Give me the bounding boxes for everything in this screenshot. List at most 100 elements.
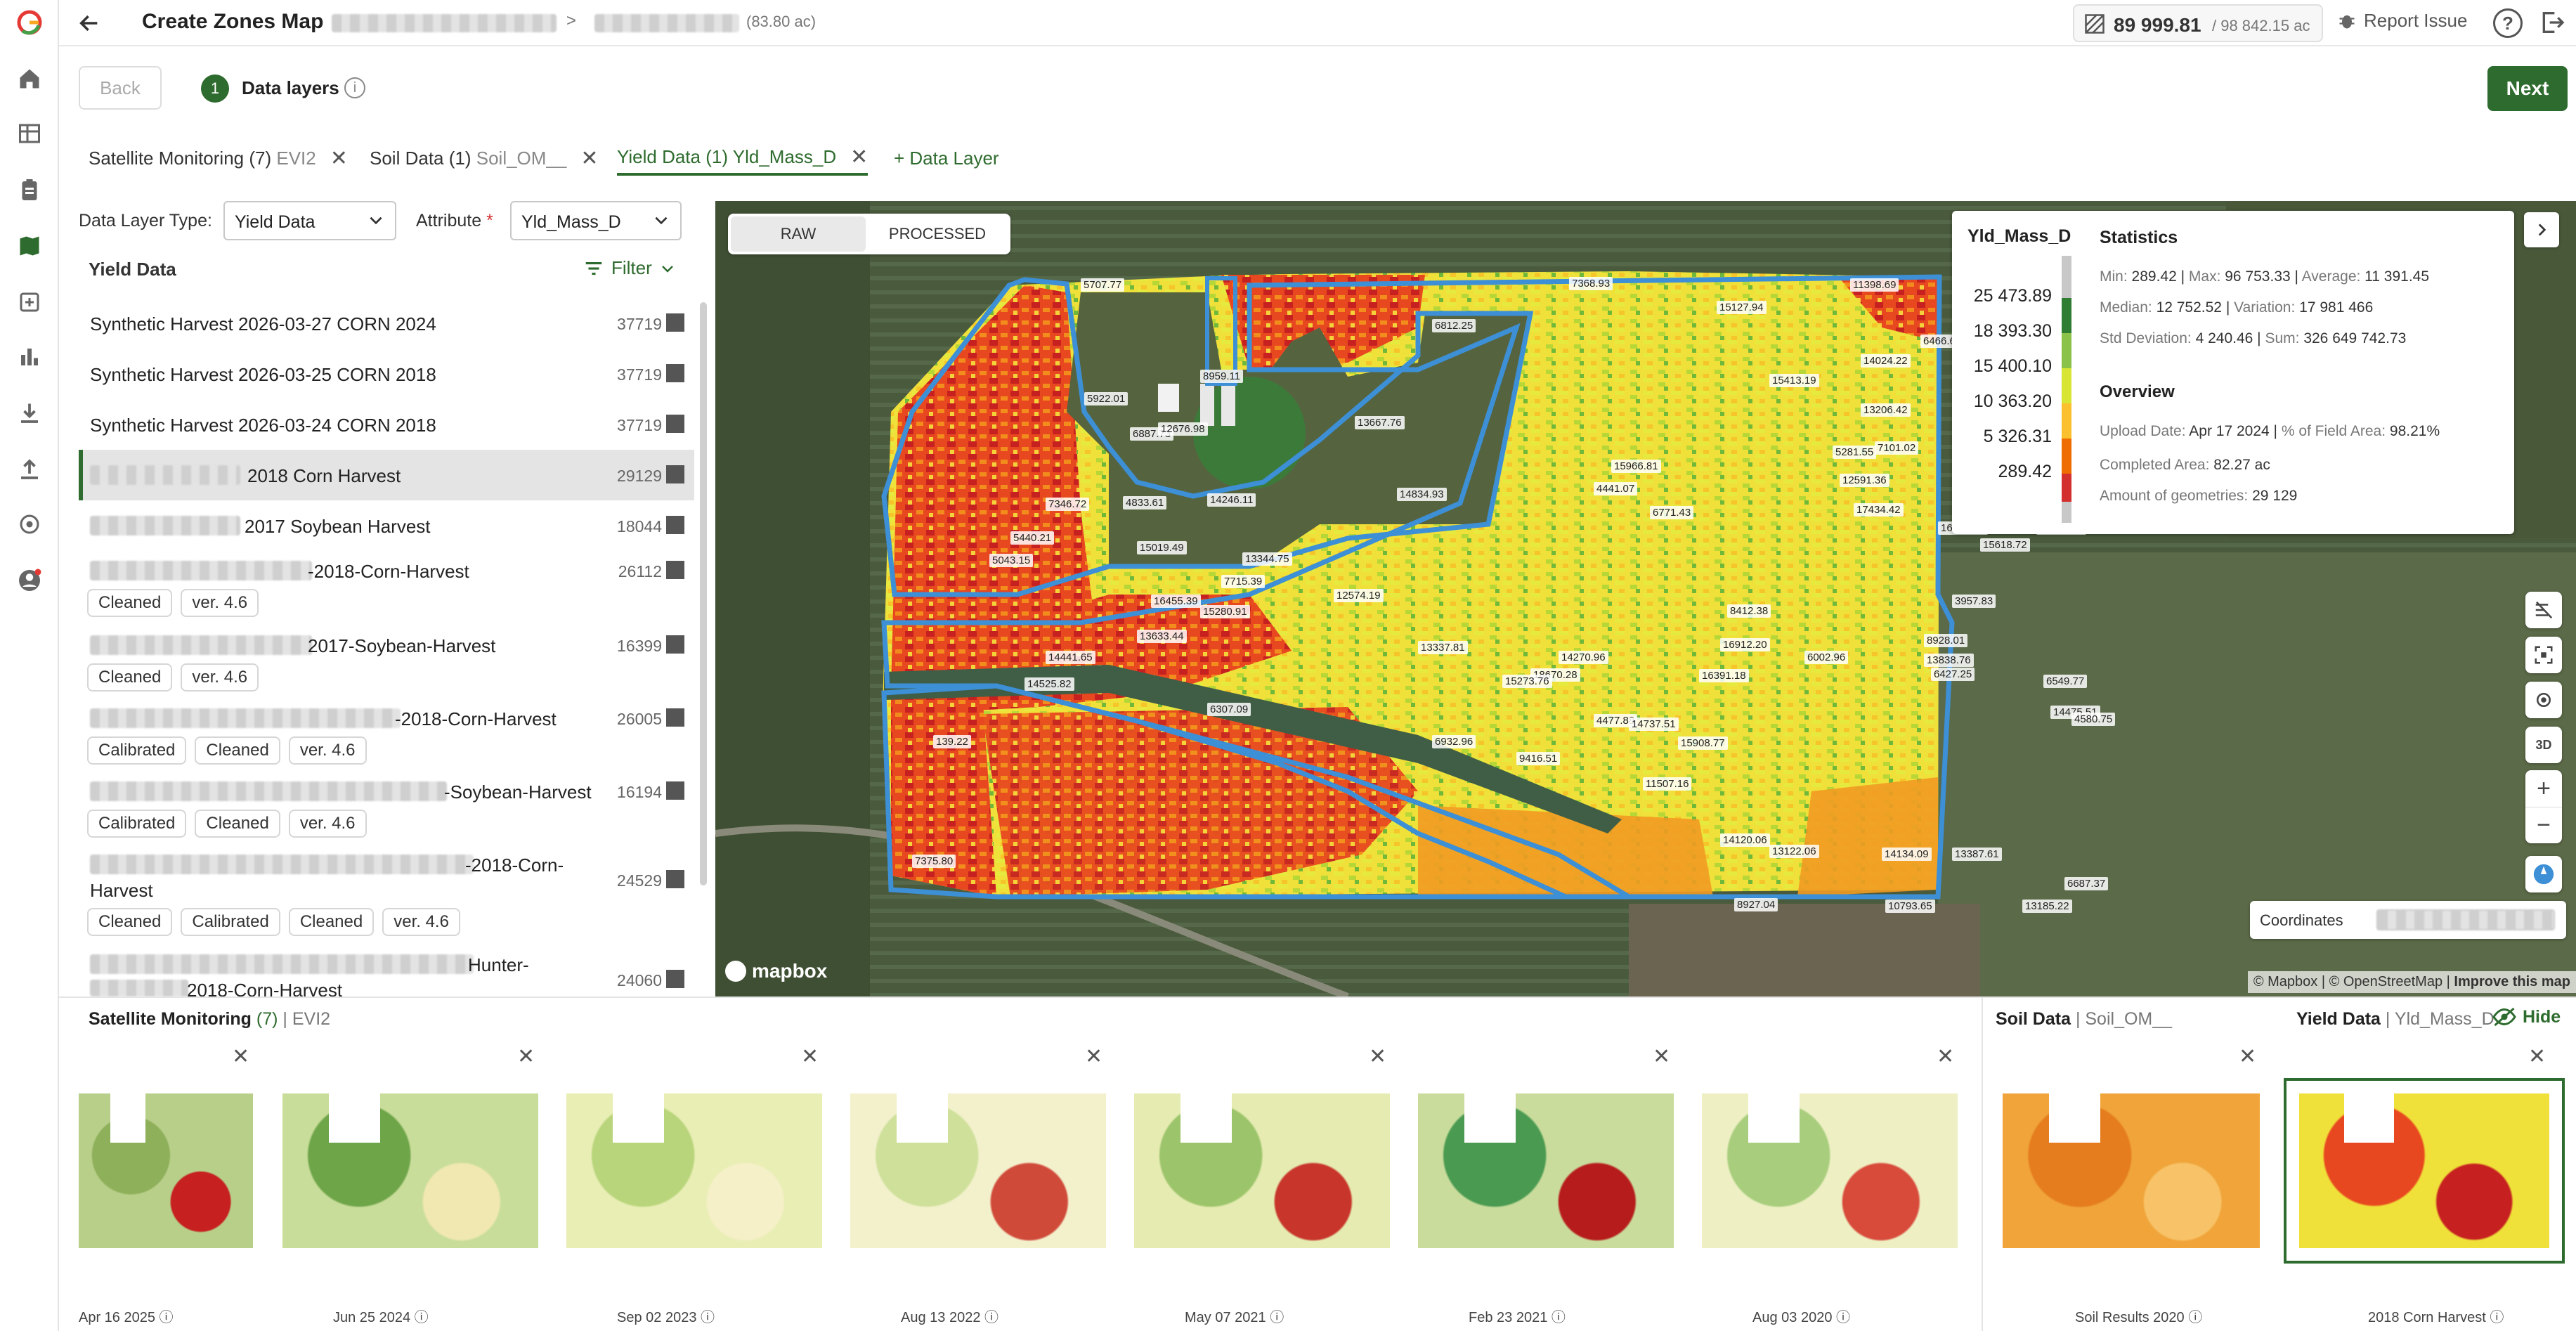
filter-button[interactable]: Filter <box>583 257 676 279</box>
attribute-label: Attribute * <box>416 211 493 231</box>
improve-map-link[interactable]: Improve this map <box>2454 974 2570 989</box>
top-bar: Create Zones Map > (83.80 ac) 89 999.81 … <box>59 0 2576 46</box>
upload-icon[interactable] <box>14 454 45 485</box>
tab-soil-data[interactable]: Soil Data (1) Soil_OM__ ✕ <box>370 141 599 176</box>
close-icon[interactable]: ✕ <box>517 1044 535 1069</box>
compass-icon[interactable] <box>2525 856 2562 892</box>
list-item[interactable]: -2018-Corn- Harvest 24529 Cleaned Calibra… <box>79 843 694 943</box>
close-icon[interactable]: ✕ <box>580 146 598 171</box>
close-icon[interactable]: ✕ <box>1937 1044 1954 1069</box>
tab-yield-data[interactable]: Yield Data (1) Yld_Mass_D ✕ <box>617 141 869 176</box>
locate-icon[interactable] <box>2525 682 2562 718</box>
next-button[interactable]: Next <box>2487 66 2568 111</box>
redacted-text <box>90 954 474 974</box>
map-point-label: 6932.96 <box>1432 735 1476 748</box>
map-point-label: 5043.15 <box>989 554 1034 567</box>
map-point-label: 13633.44 <box>1137 630 1187 643</box>
farm-name-redacted[interactable] <box>332 14 557 32</box>
layer-thumbnail[interactable] <box>566 1093 822 1248</box>
map-canvas[interactable]: 5707.776812.257368.9315127.9411398.69764… <box>715 201 2576 996</box>
map-point-label: 6427.25 <box>1931 668 1975 681</box>
zoom-out-icon[interactable]: − <box>2525 807 2562 843</box>
info-icon[interactable]: i <box>344 77 365 98</box>
list-item-selected[interactable]: 2018 Corn Harvest 29129 <box>79 450 694 500</box>
list-scrollbar[interactable] <box>700 302 707 885</box>
data-layer-type-select[interactable]: Yield Data <box>223 201 396 240</box>
list-item[interactable]: Synthetic Harvest 2026-03-25 CORN 2018 3… <box>79 349 694 399</box>
list-item-name: Synthetic Harvest 2026-03-25 CORN 2018 <box>90 364 436 385</box>
close-icon[interactable]: ✕ <box>232 1044 249 1069</box>
list-item[interactable]: Synthetic Harvest 2026-03-24 CORN 2018 3… <box>79 399 694 450</box>
home-icon[interactable] <box>14 63 45 94</box>
fit-bounds-icon[interactable] <box>2525 637 2562 673</box>
download-icon[interactable] <box>14 398 45 429</box>
back-button[interactable]: Back <box>79 66 162 110</box>
tag-chip: Cleaned <box>195 810 280 838</box>
map-point-label: 16912.20 <box>1720 638 1770 651</box>
close-icon[interactable]: ✕ <box>2239 1044 2256 1069</box>
report-issue-button[interactable]: Report Issue <box>2337 10 2467 32</box>
back-arrow-icon[interactable] <box>73 7 105 39</box>
close-icon[interactable]: ✕ <box>1653 1044 1670 1069</box>
map-point-label: 8928.01 <box>1924 634 1968 647</box>
3d-view-icon[interactable]: 3D <box>2525 727 2562 763</box>
layer-thumbnail[interactable] <box>850 1093 1106 1248</box>
processed-button[interactable]: PROCESSED <box>869 216 1006 252</box>
clipboard-icon[interactable] <box>14 174 45 205</box>
list-item[interactable]: Synthetic Harvest 2026-03-27 CORN 2024 3… <box>79 298 694 349</box>
list-item-count: 29129 <box>617 467 662 485</box>
mapbox-label: mapbox <box>752 960 828 982</box>
close-icon[interactable]: ✕ <box>1085 1044 1102 1069</box>
account-icon[interactable] <box>14 565 45 596</box>
add-layer-icon[interactable] <box>14 287 45 318</box>
zones-map-icon[interactable] <box>14 231 45 261</box>
list-item[interactable]: -Soybean-Harvest 16194 Calibrated Cleaned… <box>79 770 694 843</box>
close-icon[interactable]: ✕ <box>1369 1044 1386 1069</box>
map-point-label: 13337.81 <box>1418 641 1468 654</box>
hide-labels-icon[interactable] <box>2525 592 2562 628</box>
list-item-count: 16194 <box>617 783 662 801</box>
layer-thumbnail[interactable] <box>1134 1093 1390 1248</box>
yield-layer-thumbnail-selected[interactable] <box>2284 1078 2565 1264</box>
app-logo-icon[interactable] <box>14 7 45 38</box>
fields-icon[interactable] <box>14 118 45 149</box>
mapbox-logo: mapbox <box>725 960 827 982</box>
layer-thumbnail[interactable] <box>282 1093 538 1248</box>
help-icon[interactable]: ? <box>2493 8 2523 38</box>
close-icon[interactable]: ✕ <box>801 1044 819 1069</box>
tab-label: Satellite Monitoring (7) <box>89 147 272 169</box>
close-icon[interactable]: ✕ <box>330 146 348 171</box>
layer-thumbnail[interactable] <box>1418 1093 1674 1248</box>
tab-satellite-monitoring[interactable]: Satellite Monitoring (7) EVI2 ✕ <box>89 141 348 176</box>
redacted-text <box>90 465 240 485</box>
list-item[interactable]: -2018-Corn-Harvest 26005 Calibrated Clean… <box>79 697 694 770</box>
logout-icon[interactable] <box>2538 8 2566 41</box>
zoom-in-icon[interactable]: + <box>2537 770 2551 807</box>
list-item[interactable]: 2017 Soybean Harvest 18044 <box>79 500 694 551</box>
settings-icon[interactable] <box>14 509 45 540</box>
attribution-text[interactable]: © Mapbox | © OpenStreetMap | <box>2253 974 2450 989</box>
page-title: Create Zones Map <box>142 10 324 33</box>
eye-slash-icon <box>2492 1007 2516 1027</box>
analytics-icon[interactable] <box>14 342 45 372</box>
layer-stack-icon <box>666 708 684 727</box>
zoom-controls: + − <box>2525 770 2562 843</box>
collapse-panel-button[interactable] <box>2524 212 2559 247</box>
list-item[interactable]: -2018-Corn-Harvest 26112 Cleaned ver. 4.6 <box>79 551 694 624</box>
map-point-label: 14270.96 <box>1559 651 1608 664</box>
layer-thumbnail[interactable] <box>79 1093 253 1248</box>
layer-thumbnail[interactable] <box>2003 1093 2260 1248</box>
list-item[interactable]: 2017-Soybean-Harvest 16399 Cleaned ver. 4… <box>79 624 694 697</box>
map-point-label: 6549.77 <box>2043 675 2088 688</box>
layer-stack-icon <box>666 465 684 483</box>
layer-thumbnail[interactable] <box>1702 1093 1958 1248</box>
list-item[interactable]: Hunter- 2018-Corn-Harvest 24060 <box>79 943 694 996</box>
hide-button[interactable]: Hide <box>2492 1006 2561 1027</box>
attribute-select[interactable]: Yld_Mass_D <box>510 201 682 240</box>
close-icon[interactable]: ✕ <box>850 145 868 169</box>
coordinates-input[interactable] <box>2376 909 2555 930</box>
raw-button[interactable]: RAW <box>731 216 866 252</box>
field-name-redacted[interactable] <box>594 14 739 32</box>
add-data-layer-button[interactable]: + Data Layer <box>894 141 999 176</box>
close-icon[interactable]: ✕ <box>2528 1044 2546 1069</box>
